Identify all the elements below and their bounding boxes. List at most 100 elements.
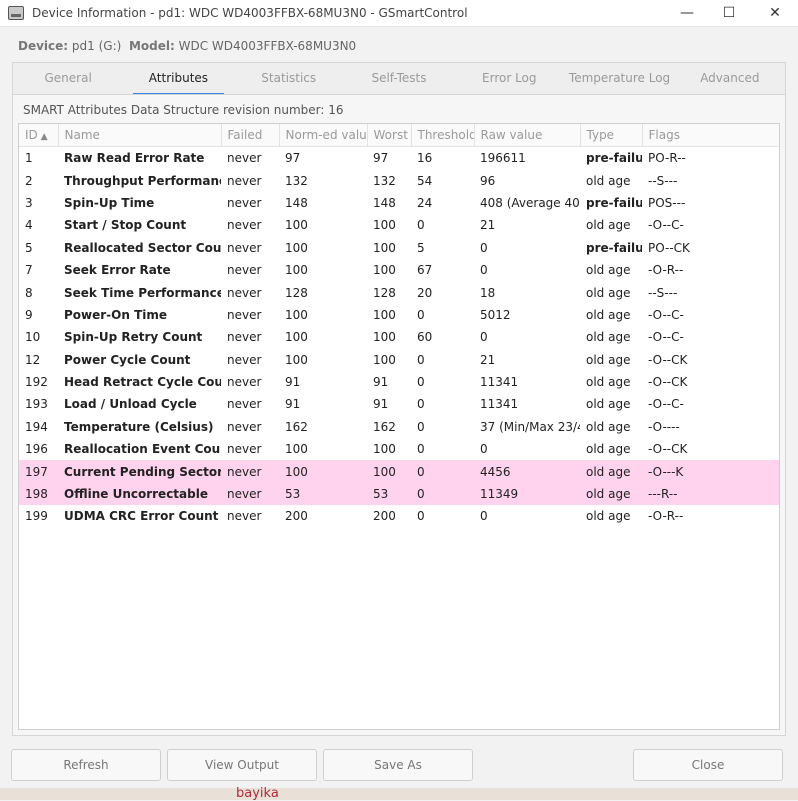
model-label: Model: [128, 39, 175, 53]
column-header-threshold[interactable]: Threshold [411, 124, 475, 147]
cell-normed-value: 100 [279, 460, 367, 483]
cell-id: 199 [25, 509, 48, 524]
close-window-button[interactable]: ✕ [752, 0, 798, 26]
device-value: pd1 (G:) [71, 39, 122, 53]
table-row[interactable]: 8 Seek Time Performance never 128 128 20 18 old… [19, 281, 779, 303]
cell-raw-value: 5012 [480, 307, 511, 322]
tab-statistics[interactable]: Statistics [234, 63, 344, 95]
cell-threshold: 67 [417, 263, 433, 278]
cell-failed: never [227, 285, 262, 300]
cell-worst: 100 [373, 352, 396, 367]
background-text: bayika [236, 786, 279, 801]
cell-failed: never [227, 173, 262, 188]
cell-name: Throughput Performance [64, 173, 221, 188]
table-row[interactable]: 1 Raw Read Error Rate never 97 97 16 196611 pre… [19, 147, 779, 170]
column-header-name[interactable]: Name [58, 124, 222, 147]
cell-id: 4 [25, 218, 33, 233]
table-row[interactable]: 12 Power Cycle Count never 100 100 0 21 old age… [19, 349, 779, 371]
table-row[interactable]: 193 Load / Unload Cycle never 91 91 0 11341 old… [19, 393, 779, 415]
minimize-button[interactable]: — [664, 0, 710, 26]
table-row[interactable]: 5 Reallocated Sector Count never 100 100 5 0 pr… [19, 237, 779, 259]
cell-flags: PO-R-- [648, 151, 686, 166]
cell-threshold: 60 [417, 330, 433, 345]
column-header-raw-value[interactable]: Raw value [474, 124, 581, 147]
cell-worst: 91 [373, 397, 389, 412]
cell-failed: never [227, 375, 262, 390]
cell-normed-value: 100 [285, 330, 308, 345]
column-header-failed[interactable]: Failed [221, 124, 280, 147]
tab-self-tests[interactable]: Self-Tests [344, 63, 454, 95]
cell-failed: never [227, 352, 262, 367]
cell-raw-value: 11349 [474, 482, 580, 506]
cell-type: old age [580, 482, 642, 506]
table-row[interactable]: 197Current Pending Sector Countnever1001… [19, 460, 779, 483]
table-row[interactable]: 2 Throughput Performance never 132 132 54 96 ol… [19, 169, 779, 191]
column-header-id[interactable]: ID ▲ [19, 124, 59, 147]
column-header-type[interactable]: Type [580, 124, 643, 147]
tab-temperature-log[interactable]: Temperature Log [564, 63, 674, 95]
cell-type: old age [586, 509, 631, 524]
table-row[interactable]: 9 Power-On Time never 100 100 0 5012 old age -O-… [19, 304, 779, 326]
cell-id: 7 [25, 263, 33, 278]
maximize-button[interactable]: ☐ [706, 0, 752, 26]
table-row[interactable]: 10 Spin-Up Retry Count never 100 100 60 0 old a… [19, 326, 779, 348]
table-row[interactable]: 199 UDMA CRC Error Count never 200 200 0 0 old … [19, 505, 779, 527]
cell-failed: never [227, 218, 262, 233]
tab-error-log[interactable]: Error Log [454, 63, 564, 95]
view-output-button[interactable]: View Output [167, 749, 317, 781]
table-row[interactable]: 3 Spin-Up Time never 148 148 24 408 (Average 4… [19, 192, 779, 214]
cell-flags: -O-R-- [648, 509, 684, 524]
cell-name: Seek Time Performance [64, 285, 221, 300]
column-header-flags[interactable]: Flags [642, 124, 779, 147]
tab-attributes[interactable]: Attributes [123, 63, 233, 95]
table-body: 1 Raw Read Error Rate never 97 97 16 196611 pre… [19, 147, 779, 528]
cell-threshold: 0 [417, 307, 425, 322]
cell-threshold: 0 [417, 397, 425, 412]
table-header-row: ID ▲ Name Failed Norm-ed value Worst Threshold… [19, 124, 779, 147]
cell-worst: 100 [373, 330, 396, 345]
table-row[interactable]: 7 Seek Error Rate never 100 100 67 0 old age -O-… [19, 259, 779, 281]
save-as-button[interactable]: Save As [323, 749, 473, 781]
cell-id: 2 [25, 173, 33, 188]
cell-type: old age [586, 397, 631, 412]
cell-type: pre-failure [586, 240, 642, 255]
cell-type: old age [586, 285, 631, 300]
cell-raw-value: 21 [480, 352, 496, 367]
cell-name: Offline Uncorrectable [58, 482, 221, 506]
cell-worst: 148 [373, 195, 396, 210]
table-row[interactable]: 192 Head Retract Cycle Count never 91 91 0 113… [19, 371, 779, 393]
attributes-table-container[interactable]: ID ▲ Name Failed Norm-ed value Worst Threshold… [18, 123, 780, 730]
cell-raw-value: 408 (Average 406) [480, 195, 580, 210]
refresh-button[interactable]: Refresh [11, 749, 161, 781]
cell-raw-value: 0 [480, 442, 488, 457]
cell-id: 197 [19, 460, 58, 483]
cell-raw-value: 196611 [480, 151, 526, 166]
cell-type: old age [586, 173, 631, 188]
table-row[interactable]: 4 Start / Stop Count never 100 100 0 21 old age… [19, 214, 779, 236]
cell-failed: never [227, 151, 262, 166]
cell-flags: --S--- [648, 285, 678, 300]
cell-type: old age [580, 460, 642, 483]
tab-general[interactable]: General [13, 63, 123, 95]
cell-worst: 100 [367, 460, 411, 483]
cell-threshold: 0 [417, 352, 425, 367]
table-row[interactable]: 194 Temperature (Celsius) never 162 162 0 37 (… [19, 416, 779, 438]
table-row[interactable]: 196 Reallocation Event Count never 100 100 0 0… [19, 438, 779, 460]
cell-normed-value: 91 [285, 375, 301, 390]
tab-advanced[interactable]: Advanced [675, 63, 785, 95]
close-button[interactable]: Close [633, 749, 783, 781]
cell-failed: never [227, 442, 262, 457]
table-row[interactable]: 198 Offline Uncorrectable never 53 53 0 11349 o… [19, 482, 779, 506]
column-header-normed-value[interactable]: Norm-ed value [279, 124, 368, 147]
cell-raw-value: 11341 [480, 375, 519, 390]
title-bar: Device Information - pd1: WDC WD4003FFBX… [0, 0, 798, 27]
cell-worst: 200 [373, 509, 396, 524]
cell-failed: never [227, 195, 262, 210]
background-strip [0, 788, 798, 800]
cell-name: Current Pending Sector Count [58, 460, 221, 483]
cell-worst: 128 [373, 285, 396, 300]
cell-id: 8 [25, 285, 33, 300]
cell-flags: --S--- [648, 173, 678, 188]
cell-type: old age [586, 330, 631, 345]
column-header-worst[interactable]: Worst [367, 124, 412, 147]
